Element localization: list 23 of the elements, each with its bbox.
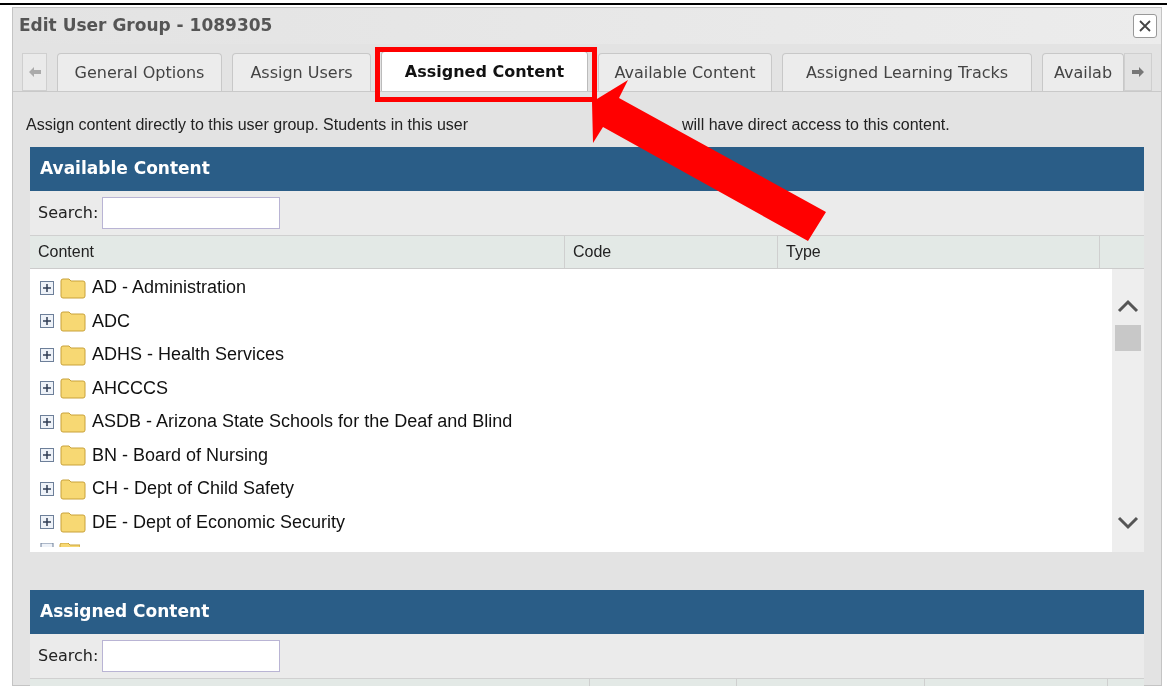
tab[interactable]: Assign Users (232, 53, 371, 91)
tree-item-label[interactable]: CH - Dept of Child Safety (92, 475, 295, 503)
tree-item-label[interactable]: AD - Administration (92, 274, 247, 302)
tree-item-label[interactable]: AHCCCS (92, 374, 168, 402)
tab[interactable]: Available Content (598, 53, 772, 91)
tree-item-label[interactable]: BN - Board of Nursing (92, 441, 269, 469)
tree-item-label[interactable]: ADC (92, 307, 130, 335)
instruction-text: will have direct access to this content. (682, 114, 950, 135)
column-header[interactable]: Content (30, 236, 565, 268)
search-label: Search: (38, 645, 99, 667)
tab[interactable]: Assigned Content (381, 51, 588, 91)
tab[interactable]: Assigned Learning Tracks (782, 53, 1032, 91)
tab[interactable]: General Options (57, 53, 222, 91)
tree-item-label[interactable]: ASDB - Arizona State Schools for the Deaf and Blind (92, 408, 513, 436)
search-label: Search: (38, 202, 99, 224)
tab[interactable]: Availab (1042, 53, 1124, 91)
tree-item-label[interactable]: DE - Dept of Economic Security (92, 508, 346, 536)
section-title: Assigned Content (40, 600, 210, 624)
section-title: Available Content (40, 157, 210, 181)
column-header[interactable]: Code (565, 236, 778, 268)
instruction-text: Assign content directly to this user group. Students in this user (26, 115, 468, 133)
tree-item-label[interactable]: ADHS - Health Services (92, 341, 285, 369)
window-title: Edit User Group - 1089305 (19, 14, 273, 38)
